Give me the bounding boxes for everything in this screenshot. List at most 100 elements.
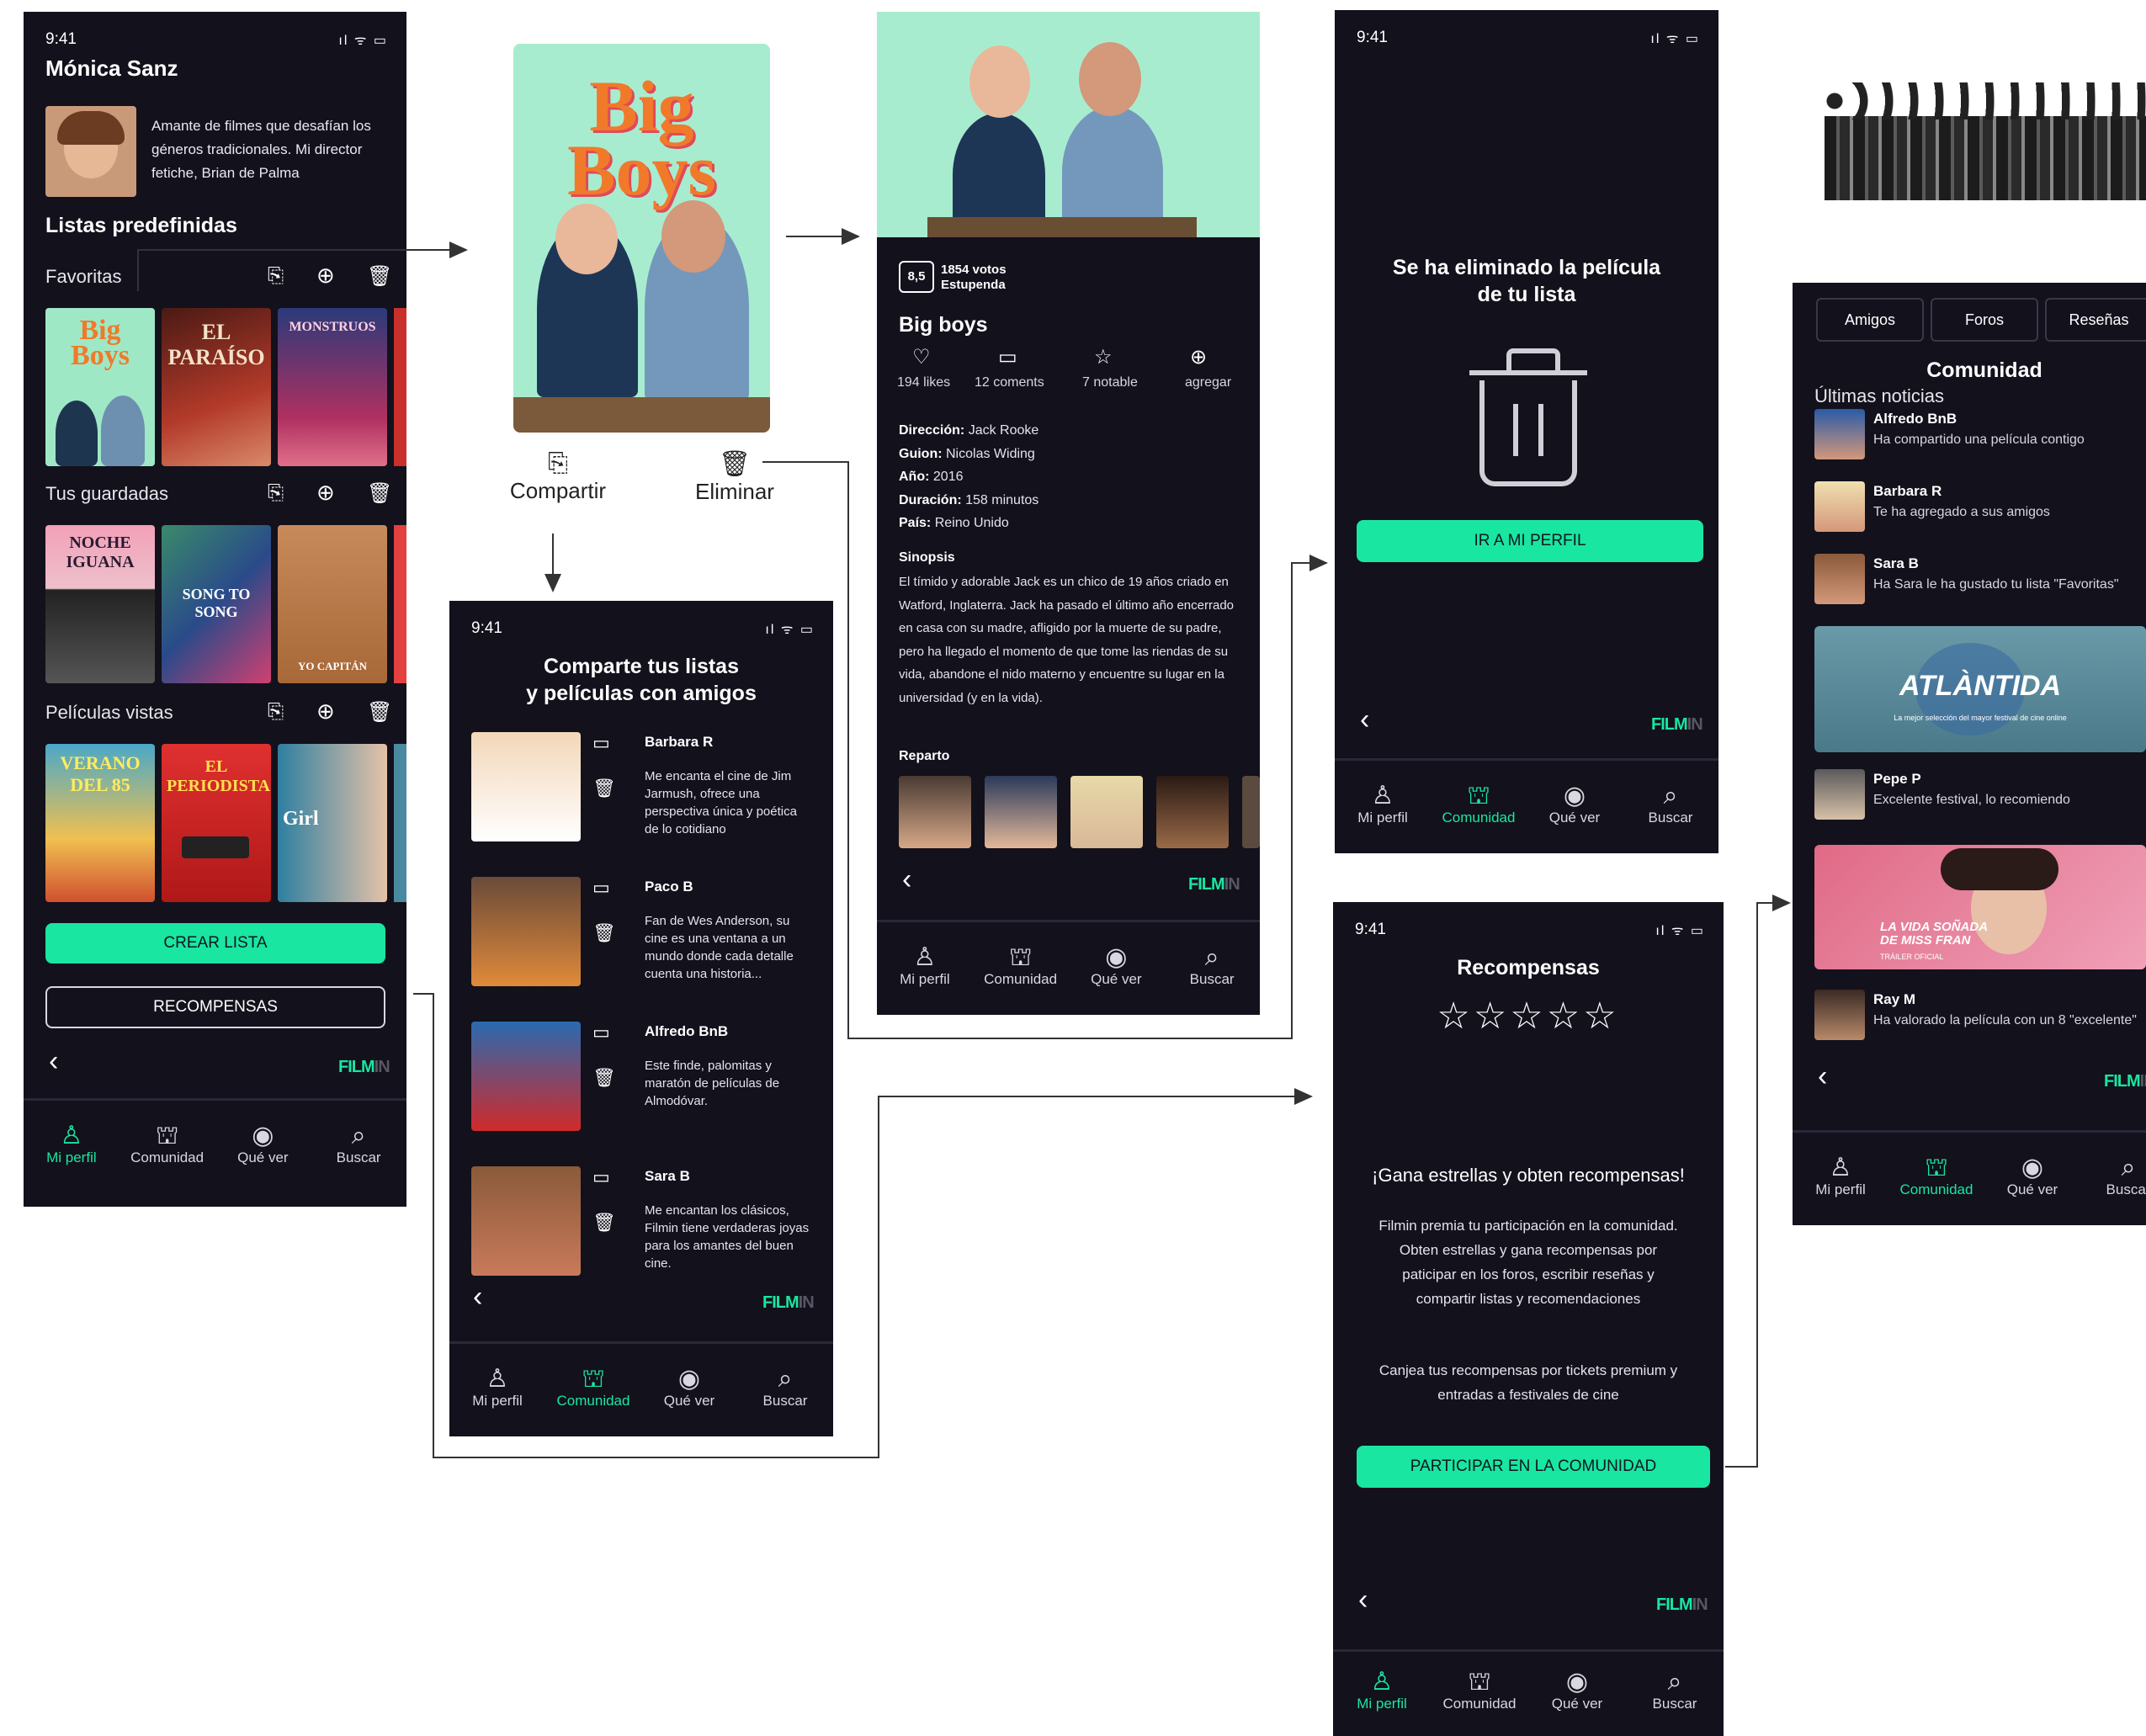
movie-meta: Dirección: Jack Rooke Guion: Nicolas Widi…: [899, 419, 1244, 535]
list-title[interactable]: Favoritas: [45, 266, 121, 288]
rewards-headline: ¡Gana estrellas y obten recompensas!: [1372, 1165, 1685, 1186]
tab-que-ver[interactable]: ◉ Qué ver: [1069, 944, 1165, 988]
rewards-button[interactable]: RECOMPENSAS: [45, 986, 385, 1028]
tab-comunidad[interactable]: ⛫ Comunidad: [120, 1123, 215, 1166]
add-icon[interactable]: ⊕: [316, 480, 335, 506]
tab-amigos[interactable]: Amigos: [1816, 298, 1924, 342]
cast-photo[interactable]: [899, 776, 971, 848]
back-icon[interactable]: ‹: [1360, 703, 1369, 736]
tab-resenas[interactable]: Reseñas: [2045, 298, 2146, 342]
tab-foros[interactable]: Foros: [1931, 298, 2038, 342]
trash-icon[interactable]: 🗑: [367, 481, 392, 506]
tab-buscar[interactable]: ⌕Buscar: [737, 1366, 833, 1410]
tab-mi-perfil[interactable]: ♙ Mi perfil: [877, 944, 973, 988]
rewards-paragraph-2: Canjea tus recompensas por tickets premi…: [1378, 1362, 1678, 1403]
tab-buscar[interactable]: ⌕Buscar: [311, 1123, 406, 1166]
comment-icon[interactable]: ▭: [998, 345, 1017, 369]
filmin-logo: FILMIN: [338, 1058, 390, 1076]
tab-buscar[interactable]: ⌕Buscar: [2080, 1155, 2146, 1198]
list-title[interactable]: Películas vistas: [45, 702, 173, 724]
back-icon[interactable]: ‹: [473, 1281, 482, 1314]
poster-el-periodista[interactable]: EL PERIODISTA: [162, 744, 271, 902]
tab-mi-perfil[interactable]: ♙ Mi perfil: [1793, 1155, 1888, 1198]
friend-name: Paco B: [645, 879, 693, 895]
tab-comunidad[interactable]: ⛫ Comunidad: [1888, 1155, 1984, 1198]
tab-mi-perfil[interactable]: ♙ Mi perfil: [1333, 1669, 1431, 1712]
add-icon[interactable]: ⊕: [316, 263, 335, 289]
trash-icon[interactable]: 🗑: [592, 1212, 616, 1234]
comment-icon[interactable]: ▭: [592, 1022, 610, 1043]
cast-photo[interactable]: [1242, 776, 1260, 848]
tab-comunidad[interactable]: ⛫ Comunidad: [1431, 1669, 1528, 1712]
trash-icon[interactable]: 🗑: [367, 264, 392, 289]
trash-large-icon: [1469, 348, 1587, 491]
banner-atlantida[interactable]: ATLÀNTIDA La mejor selección del mayor f…: [1814, 626, 2146, 752]
poster-monstruos[interactable]: MONSTRUOS: [278, 308, 387, 466]
cast-photo[interactable]: [1156, 776, 1229, 848]
friend-item[interactable]: ▭ 🗑 Alfredo BnB Este finde, palomitas y mar…: [449, 1022, 833, 1156]
share-icon[interactable]: ⎘: [268, 264, 284, 288]
poster-noche-iguana[interactable]: NOCHE IGUANA: [45, 525, 155, 683]
news-item[interactable]: Barbara R Te ha agregado a sus amigos: [1814, 481, 2146, 540]
share-action[interactable]: ⎘ Compartir: [503, 449, 613, 504]
tab-mi-perfil[interactable]: ♙ Mi perfil: [1335, 783, 1431, 826]
trash-icon[interactable]: 🗑: [592, 922, 616, 944]
status-bar: 9:41 ıl ᯤ ▭: [1335, 10, 1718, 49]
poster-girl[interactable]: Girl: [278, 744, 387, 902]
tab-que-ver[interactable]: ◉ Qué ver: [641, 1366, 737, 1410]
avatar: [471, 877, 581, 986]
tab-buscar[interactable]: ⌕Buscar: [1164, 944, 1260, 988]
back-icon[interactable]: ‹: [1818, 1060, 1827, 1093]
poster-el-paraiso[interactable]: EL PARAÍSO: [162, 308, 271, 466]
trash-icon[interactable]: 🗑: [592, 1067, 616, 1089]
tab-comunidad[interactable]: ⛫ Comunidad: [545, 1366, 641, 1410]
comment-icon[interactable]: ▭: [592, 1166, 610, 1188]
tab-comunidad[interactable]: ⛫ Comunidad: [973, 944, 1069, 988]
list-guardadas: Tus guardadas ⎘ ⊕ 🗑 NOCHE IGUANA SONG TO…: [24, 473, 406, 683]
tab-comunidad[interactable]: ⛫ Comunidad: [1431, 783, 1527, 826]
delete-action[interactable]: 🗑 Eliminar: [680, 449, 789, 505]
back-icon[interactable]: ‹: [902, 863, 911, 896]
person-icon: ♙: [1371, 782, 1394, 810]
poster-yo-capitan[interactable]: YO CAPITÁN: [278, 525, 387, 683]
share-icon[interactable]: ⎘: [268, 481, 284, 505]
news-item[interactable]: Sara B Ha Sara le ha gustado tu lista "F…: [1814, 554, 2146, 613]
comment-icon[interactable]: ▭: [592, 877, 610, 899]
friend-item[interactable]: ▭ 🗑 Paco B Fan de Wes Anderson, su cine es …: [449, 877, 833, 1011]
add-icon[interactable]: ⊕: [1190, 345, 1207, 369]
tab-mi-perfil[interactable]: ♙ Mi perfil: [449, 1366, 545, 1410]
tab-que-ver[interactable]: ◉ Qué ver: [1527, 783, 1623, 826]
share-icon[interactable]: ⎘: [268, 700, 284, 724]
star-icon[interactable]: ☆: [1094, 345, 1113, 369]
tab-buscar[interactable]: ⌕Buscar: [1623, 783, 1718, 826]
comment-icon[interactable]: ▭: [592, 732, 610, 754]
back-icon[interactable]: ‹: [1358, 1584, 1368, 1617]
friend-item[interactable]: ▭ 🗑 Barbara R Me encanta el cine de Jim Jar…: [449, 732, 833, 867]
cast-photo[interactable]: [985, 776, 1057, 848]
status-time: 9:41: [1355, 921, 1386, 938]
tab-que-ver[interactable]: ◉ Qué ver: [1528, 1669, 1626, 1712]
heart-icon[interactable]: ♡: [912, 345, 931, 369]
news-item[interactable]: Pepe P Excelente festival, lo recomiendo: [1814, 769, 2146, 828]
banner-miss-fran[interactable]: LA VIDA SOÑADA DE MISS FRAN TRÁILER OFIC…: [1814, 845, 2146, 969]
cast-photo[interactable]: [1070, 776, 1143, 848]
poster-big-boys[interactable]: Big Boys: [45, 308, 155, 466]
back-icon[interactable]: ‹: [49, 1045, 58, 1078]
list-title[interactable]: Tus guardadas: [45, 483, 168, 505]
trash-icon[interactable]: 🗑: [592, 778, 616, 799]
tab-que-ver[interactable]: ◉ Qué ver: [215, 1123, 311, 1166]
news-item[interactable]: Alfredo BnB Ha compartido una película c…: [1814, 409, 2146, 468]
tab-buscar[interactable]: ⌕Buscar: [1626, 1669, 1724, 1712]
trash-icon[interactable]: 🗑: [367, 700, 392, 725]
create-list-button[interactable]: CREAR LISTA: [45, 923, 385, 964]
go-profile-button[interactable]: IR A MI PERFIL: [1357, 520, 1703, 562]
poster-verano-85[interactable]: VERANO DEL 85: [45, 744, 155, 902]
poster-song-to-song[interactable]: SONG TO SONG: [162, 525, 271, 683]
friend-item[interactable]: ▭ 🗑 Sara B Me encantan los clásicos, Filmin…: [449, 1166, 833, 1301]
news-item[interactable]: Ray M Ha valorado la película con un 8 "…: [1814, 990, 2146, 1049]
add-icon[interactable]: ⊕: [316, 698, 335, 725]
tab-que-ver[interactable]: ◉ Qué ver: [1984, 1155, 2080, 1198]
tab-mi-perfil[interactable]: ♙ Mi perfil: [24, 1123, 120, 1166]
participate-button[interactable]: PARTICIPAR EN LA COMUNIDAD: [1357, 1446, 1710, 1488]
friend-text: Este finde, palomitas y maratón de pelíc…: [645, 1059, 780, 1108]
